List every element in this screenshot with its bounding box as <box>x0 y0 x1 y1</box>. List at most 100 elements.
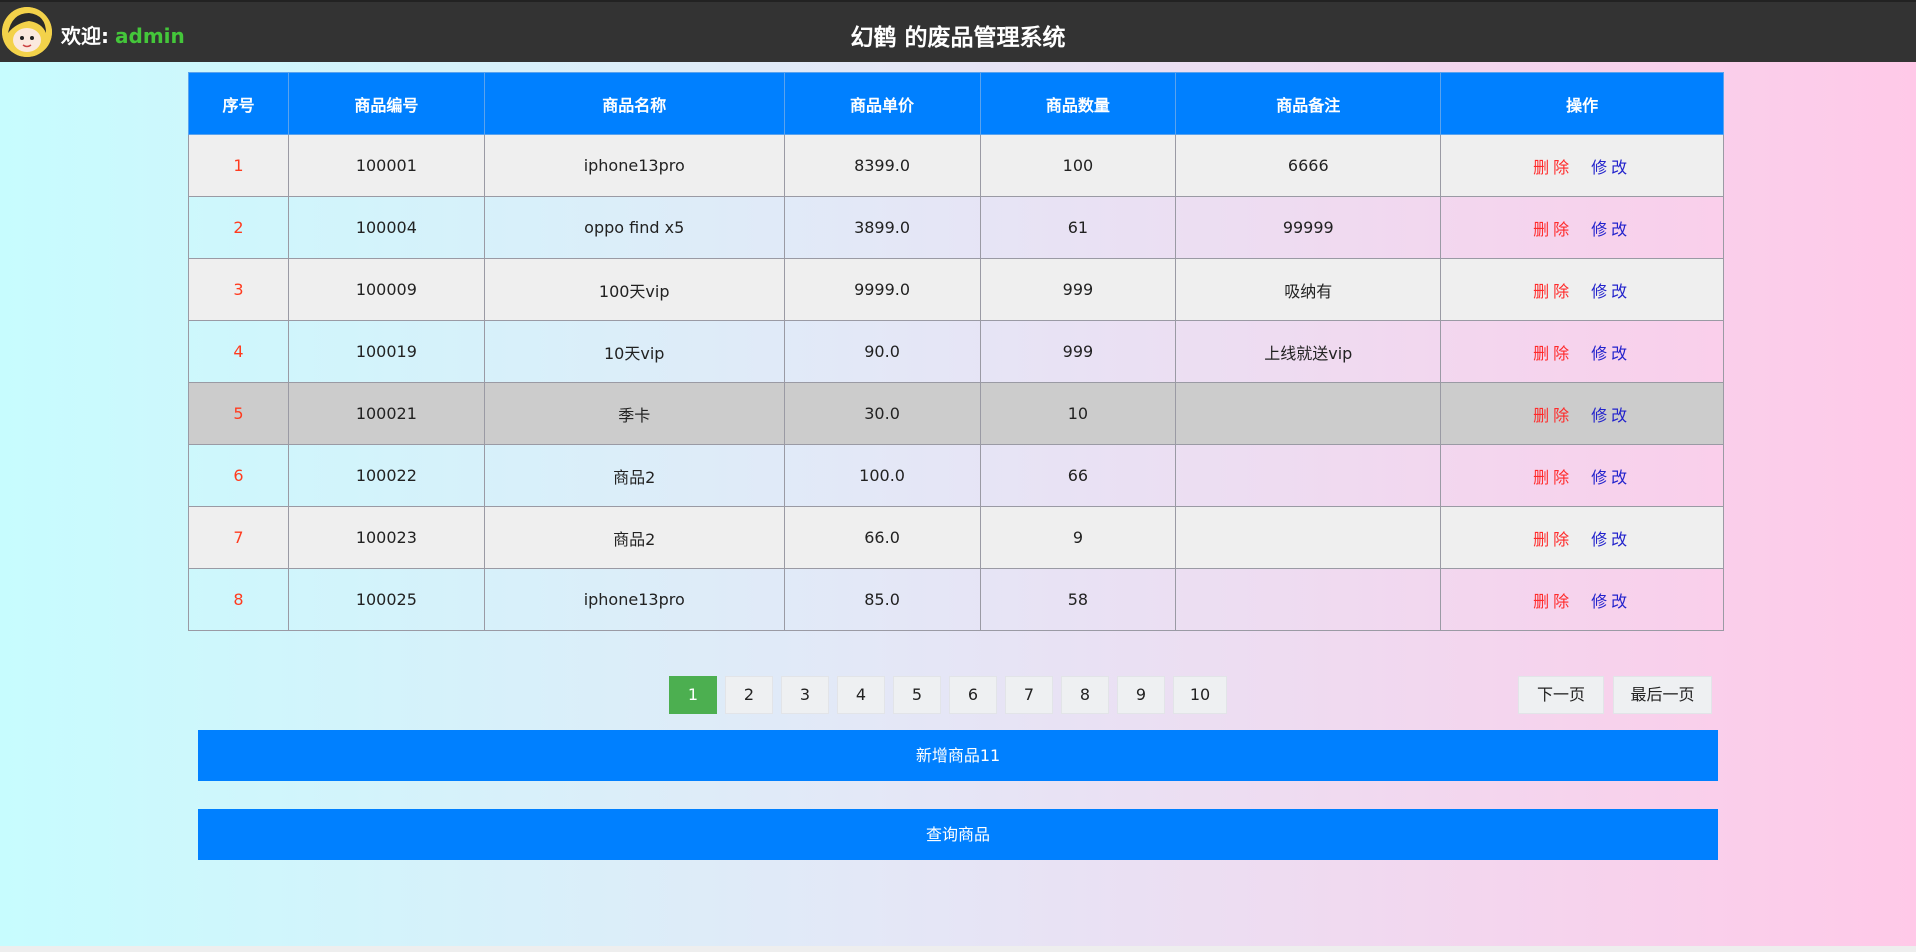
table-row: 4 100019 10天vip 90.0 999 上线就送vip 删除 修改 <box>188 320 1724 383</box>
row-code: 100021 <box>287 382 485 445</box>
delete-link[interactable]: 删除 <box>1533 282 1573 301</box>
row-name: oppo find x5 <box>483 196 785 259</box>
row-index: 6 <box>188 444 289 507</box>
top-bar: 欢迎: admin 幻鹤 的废品管理系统 <box>0 0 1916 62</box>
edit-link[interactable]: 修改 <box>1591 282 1631 301</box>
row-note: 6666 <box>1175 134 1442 197</box>
row-code: 100019 <box>287 320 485 383</box>
row-note <box>1175 382 1442 445</box>
row-index: 4 <box>188 320 289 383</box>
row-note: 吸纳有 <box>1175 258 1442 321</box>
col-header-code: 商品编号 <box>287 72 485 135</box>
row-quantity: 10 <box>979 382 1177 445</box>
row-code: 100009 <box>287 258 485 321</box>
row-name: 商品2 <box>483 444 785 507</box>
row-quantity: 9 <box>979 506 1177 569</box>
row-index: 8 <box>188 568 289 631</box>
delete-link[interactable]: 删除 <box>1533 158 1573 177</box>
row-note: 上线就送vip <box>1175 320 1442 383</box>
next-page-button[interactable]: 下一页 <box>1518 676 1604 714</box>
page-button-10[interactable]: 10 <box>1173 676 1227 714</box>
col-header-name: 商品名称 <box>483 72 785 135</box>
row-price: 8399.0 <box>783 134 981 197</box>
row-actions: 删除 修改 <box>1440 568 1724 631</box>
row-name: iphone13pro <box>483 568 785 631</box>
row-index: 2 <box>188 196 289 259</box>
row-name: iphone13pro <box>483 134 785 197</box>
page-button-4[interactable]: 4 <box>837 676 885 714</box>
row-actions: 删除 修改 <box>1440 134 1724 197</box>
col-header-price: 商品单价 <box>783 72 981 135</box>
row-price: 9999.0 <box>783 258 981 321</box>
table-row: 3 100009 100天vip 9999.0 999 吸纳有 删除 修改 <box>188 258 1724 321</box>
table-row: 2 100004 oppo find x5 3899.0 61 99999 删除… <box>188 196 1724 259</box>
row-index: 5 <box>188 382 289 445</box>
table-header-row: 序号 商品编号 商品名称 商品单价 商品数量 商品备注 操作 <box>188 72 1724 135</box>
page-button-5[interactable]: 5 <box>893 676 941 714</box>
row-quantity: 58 <box>979 568 1177 631</box>
edit-link[interactable]: 修改 <box>1591 406 1631 425</box>
row-code: 100022 <box>287 444 485 507</box>
col-header-quantity: 商品数量 <box>979 72 1177 135</box>
edit-link[interactable]: 修改 <box>1591 468 1631 487</box>
page-button-9[interactable]: 9 <box>1117 676 1165 714</box>
row-name: 100天vip <box>483 258 785 321</box>
last-page-button[interactable]: 最后一页 <box>1613 676 1712 714</box>
edit-link[interactable]: 修改 <box>1591 592 1631 611</box>
row-actions: 删除 修改 <box>1440 196 1724 259</box>
row-actions: 删除 修改 <box>1440 382 1724 445</box>
row-actions: 删除 修改 <box>1440 258 1724 321</box>
page-button-2[interactable]: 2 <box>725 676 773 714</box>
page-button-3[interactable]: 3 <box>781 676 829 714</box>
row-price: 3899.0 <box>783 196 981 259</box>
edit-link[interactable]: 修改 <box>1591 530 1631 549</box>
row-note <box>1175 568 1442 631</box>
page-button-7[interactable]: 7 <box>1005 676 1053 714</box>
row-note: 99999 <box>1175 196 1442 259</box>
row-name: 季卡 <box>483 382 785 445</box>
table-row: 6 100022 商品2 100.0 66 删除 修改 <box>188 444 1724 507</box>
edit-link[interactable]: 修改 <box>1591 344 1631 363</box>
row-price: 30.0 <box>783 382 981 445</box>
row-code: 100025 <box>287 568 485 631</box>
delete-link[interactable]: 删除 <box>1533 344 1573 363</box>
col-header-actions: 操作 <box>1440 72 1724 135</box>
row-actions: 删除 修改 <box>1440 320 1724 383</box>
row-quantity: 66 <box>979 444 1177 507</box>
row-index: 3 <box>188 258 289 321</box>
page-button-6[interactable]: 6 <box>949 676 997 714</box>
row-quantity: 100 <box>979 134 1177 197</box>
delete-link[interactable]: 删除 <box>1533 530 1573 549</box>
row-actions: 删除 修改 <box>1440 444 1724 507</box>
row-name: 商品2 <box>483 506 785 569</box>
query-product-button[interactable]: 查询商品 <box>198 809 1718 860</box>
delete-link[interactable]: 删除 <box>1533 220 1573 239</box>
row-quantity: 999 <box>979 258 1177 321</box>
row-index: 1 <box>188 134 289 197</box>
table-row: 8 100025 iphone13pro 85.0 58 删除 修改 <box>188 568 1724 631</box>
row-index: 7 <box>188 506 289 569</box>
bottom-strip <box>0 946 1916 952</box>
page-button-1[interactable]: 1 <box>669 676 717 714</box>
page-title: 幻鹤 的废品管理系统 <box>850 25 1066 51</box>
row-note <box>1175 444 1442 507</box>
delete-link[interactable]: 删除 <box>1533 468 1573 487</box>
table-row: 5 100021 季卡 30.0 10 删除 修改 <box>188 382 1724 445</box>
add-product-button[interactable]: 新增商品11 <box>198 730 1718 781</box>
row-price: 100.0 <box>783 444 981 507</box>
row-actions: 删除 修改 <box>1440 506 1724 569</box>
page-button-8[interactable]: 8 <box>1061 676 1109 714</box>
row-price: 90.0 <box>783 320 981 383</box>
delete-link[interactable]: 删除 <box>1533 592 1573 611</box>
edit-link[interactable]: 修改 <box>1591 220 1631 239</box>
row-quantity: 999 <box>979 320 1177 383</box>
row-name: 10天vip <box>483 320 785 383</box>
table-row: 1 100001 iphone13pro 8399.0 100 6666 删除修… <box>188 134 1724 197</box>
col-header-note: 商品备注 <box>1175 72 1442 135</box>
edit-link[interactable]: 修改 <box>1591 158 1631 177</box>
row-code: 100001 <box>287 134 485 197</box>
delete-link[interactable]: 删除 <box>1533 406 1573 425</box>
row-note <box>1175 506 1442 569</box>
row-quantity: 61 <box>979 196 1177 259</box>
row-price: 66.0 <box>783 506 981 569</box>
